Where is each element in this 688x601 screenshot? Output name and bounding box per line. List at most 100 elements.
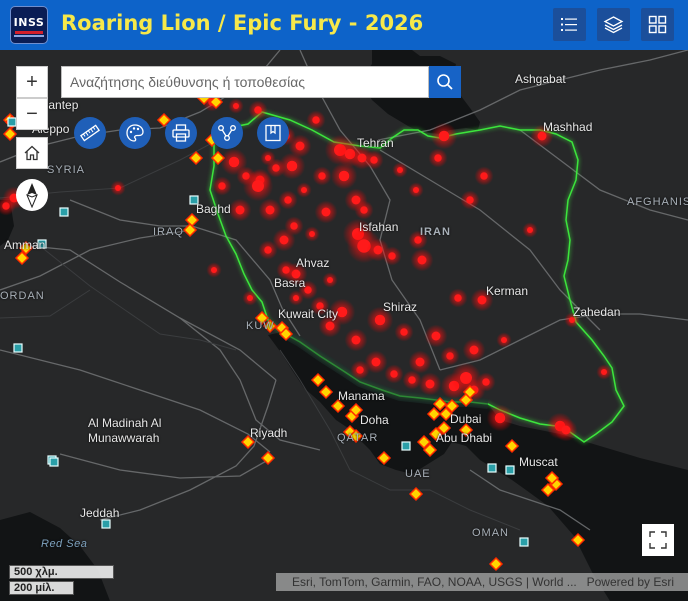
scale-mi: 200 μίλ. — [9, 581, 74, 595]
ruler-icon — [80, 124, 100, 142]
strike-point — [318, 172, 326, 180]
label-abu-dhabi: Abu Dhabi — [436, 431, 493, 445]
fullscreen-icon — [649, 531, 667, 549]
compass-button[interactable] — [16, 179, 48, 211]
layers-button[interactable] — [597, 8, 630, 41]
strike-point — [374, 314, 386, 326]
bookmarks-tool[interactable] — [257, 117, 289, 149]
label-doha: Doha — [360, 413, 389, 427]
label-jeddah: Jeddah — [80, 506, 120, 520]
strike-point — [373, 245, 383, 255]
label-uae: UAE — [405, 468, 431, 480]
strike-point — [415, 357, 425, 367]
strike-point — [282, 266, 290, 274]
label-qatar: QATAR — [337, 432, 379, 444]
label-jordan: ORDAN — [0, 290, 45, 302]
strike-point — [417, 255, 427, 265]
strike-point — [295, 141, 305, 151]
inss-logo: INSS — [10, 6, 48, 44]
strike-point — [286, 160, 298, 172]
label-medina-line1: Al Madinah Al — [88, 416, 162, 430]
strike-point — [235, 205, 245, 215]
zoom-in-button[interactable]: + — [16, 66, 48, 98]
label-shiraz: Shiraz — [383, 300, 418, 314]
strike-point — [400, 328, 408, 336]
base-square — [487, 463, 497, 473]
strike-point — [228, 156, 240, 168]
strike-point — [2, 202, 10, 210]
bookmark-icon — [265, 124, 281, 142]
strike-point — [413, 187, 419, 193]
zoom-out-button[interactable]: − — [16, 98, 48, 130]
strike-point — [304, 286, 312, 294]
base-square — [101, 519, 111, 529]
label-zahedan: Zahedan — [573, 305, 621, 319]
label-basra: Basra — [274, 276, 306, 290]
label-baghdad: Baghd — [196, 202, 231, 216]
base-square — [59, 207, 69, 217]
strike-point — [309, 231, 315, 237]
label-tehran: Tehran — [357, 136, 394, 150]
strike-point — [301, 187, 307, 193]
label-red-sea: Red Sea — [41, 538, 88, 550]
share-tool[interactable] — [211, 117, 243, 149]
attribution-bar[interactable]: Esri, TomTom, Garmin, FAO, NOAA, USGS | … — [276, 573, 688, 591]
strike-point — [501, 337, 507, 343]
label-iran: IRAN — [420, 226, 451, 238]
strike-point — [254, 106, 262, 114]
basemap-gallery-button[interactable] — [641, 8, 674, 41]
strike-point — [370, 156, 378, 164]
label-manama: Manama — [338, 389, 385, 403]
strike-point — [466, 196, 474, 204]
label-medina-line2: Munawwarah — [88, 431, 160, 445]
powered-by-esri[interactable]: Powered by Esri — [587, 573, 674, 591]
strike-point — [431, 331, 441, 341]
search-button[interactable] — [429, 66, 461, 98]
strike-point — [211, 267, 217, 273]
home-button[interactable] — [16, 137, 48, 169]
map-view[interactable]: Ashgabat Mashhad Tehran AFGHANIS Isfahan… — [0, 50, 688, 601]
strike-point — [482, 378, 490, 386]
label-riyadh: Riyadh — [250, 426, 288, 440]
strike-point — [252, 180, 264, 192]
strike-point — [338, 170, 350, 182]
strike-point — [115, 185, 121, 191]
strike-point — [408, 376, 416, 384]
logo-text: INSS — [13, 16, 45, 29]
home-icon — [24, 145, 40, 161]
label-kerman: Kerman — [486, 284, 529, 298]
strike-point — [279, 235, 289, 245]
print-tool[interactable] — [165, 117, 197, 149]
strike-point — [360, 206, 368, 214]
app-header: INSS Roaring Lion / Epic Fury - 2026 — [0, 0, 688, 50]
label-dubai: Dubai — [450, 412, 482, 426]
strike-point — [264, 246, 272, 254]
strike-point — [425, 379, 435, 389]
strike-point — [312, 116, 320, 124]
search-icon — [437, 74, 453, 90]
label-amman: Amman — [4, 238, 46, 252]
strike-point — [356, 366, 364, 374]
sketch-tool[interactable] — [119, 117, 151, 149]
fullscreen-button[interactable] — [642, 524, 674, 556]
strike-point — [561, 425, 571, 435]
base-square — [519, 537, 529, 547]
strike-point — [265, 205, 275, 215]
label-mashhad: Mashhad — [543, 120, 593, 134]
strike-point — [388, 252, 396, 260]
grid-icon — [648, 15, 667, 34]
label-kuwait-city: Kuwait City — [278, 307, 339, 321]
label-afghanistan: AFGHANIS — [627, 196, 688, 208]
label-muscat: Muscat — [519, 455, 558, 469]
compass-icon — [26, 183, 38, 208]
measure-tool[interactable] — [74, 117, 106, 149]
strike-point — [494, 412, 506, 424]
strike-point — [371, 357, 381, 367]
label-syria: SYRIA — [47, 164, 86, 176]
legend-button[interactable] — [553, 8, 586, 41]
share-icon — [218, 125, 236, 141]
layers-icon — [603, 16, 624, 34]
search-input[interactable]: Αναζήτησης διεύθυνσης ή τοποθεσίας — [61, 66, 429, 98]
base-square — [505, 465, 515, 475]
attribution-text: Esri, TomTom, Garmin, FAO, NOAA, USGS | … — [292, 575, 577, 589]
